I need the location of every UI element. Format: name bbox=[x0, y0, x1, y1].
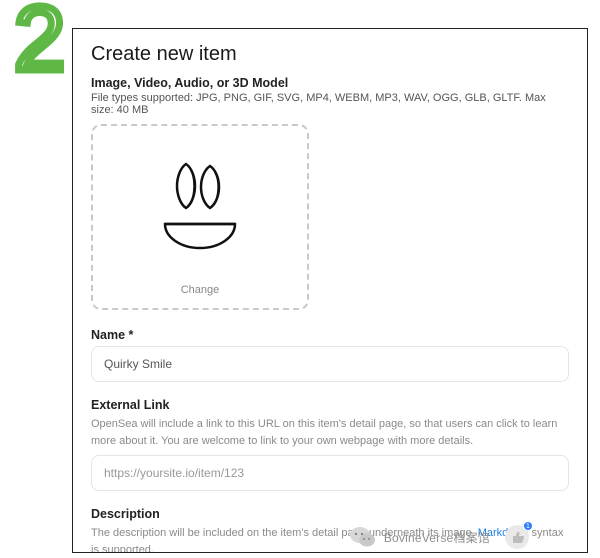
page-title: Create new item bbox=[91, 43, 569, 66]
description-label: Description bbox=[91, 507, 569, 521]
name-input[interactable] bbox=[91, 346, 569, 382]
change-media-label: Change bbox=[181, 284, 220, 296]
like-icon[interactable]: 1 bbox=[504, 524, 530, 550]
media-section-label: Image, Video, Audio, or 3D Model bbox=[91, 76, 569, 90]
media-helper-text: File types supported: JPG, PNG, GIF, SVG… bbox=[91, 92, 569, 116]
external-link-label: External Link bbox=[91, 398, 569, 412]
chat-bubble-icon bbox=[348, 522, 378, 552]
media-dropzone[interactable]: Change bbox=[91, 124, 309, 310]
like-badge: 1 bbox=[523, 521, 533, 531]
step-number-badge: 2 bbox=[10, 0, 72, 89]
footer-brand-text: BovineVerse档案馆 bbox=[384, 529, 490, 546]
name-label: Name * bbox=[91, 328, 569, 342]
uploaded-image-preview bbox=[147, 162, 253, 257]
external-link-help: OpenSea will include a link to this URL … bbox=[91, 416, 569, 449]
external-link-input[interactable] bbox=[91, 455, 569, 491]
footer-brand: BovineVerse档案馆 1 bbox=[348, 522, 530, 552]
create-item-panel: Create new item Image, Video, Audio, or … bbox=[72, 28, 588, 553]
svg-text:2: 2 bbox=[14, 0, 65, 84]
